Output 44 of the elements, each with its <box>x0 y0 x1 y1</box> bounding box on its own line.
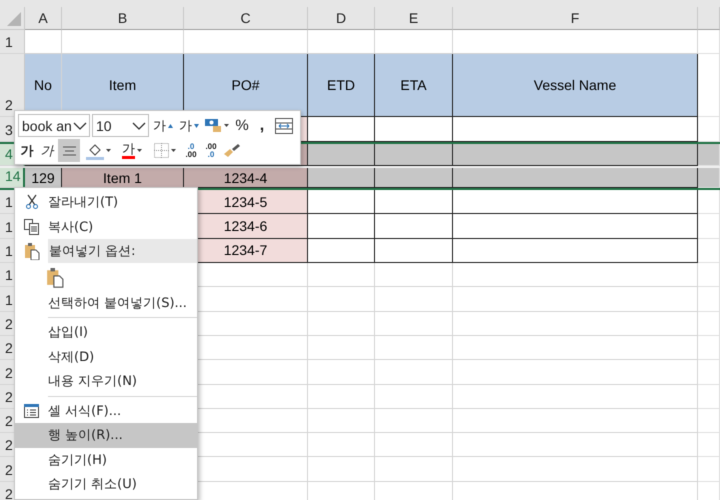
header-cell: ETA <box>375 54 453 118</box>
arrow-down-icon <box>194 124 199 128</box>
font-color-button[interactable]: 가 <box>116 139 148 162</box>
increase-decimal-button[interactable]: .0 .00 <box>182 139 200 162</box>
column-header[interactable]: A <box>25 7 62 30</box>
dropdown-icon <box>224 124 229 127</box>
decrease-decimal-button[interactable]: .00 .0 <box>202 139 220 162</box>
italic-button[interactable]: 가 <box>38 139 56 162</box>
menu-item[interactable]: 행 높이(R)... <box>15 423 197 448</box>
header-cell: ETD <box>308 54 375 118</box>
list-icon <box>24 404 39 418</box>
row-header[interactable]: 14 <box>0 168 25 188</box>
column-header[interactable]: B <box>62 7 184 30</box>
row-header[interactable]: 2 <box>0 54 25 118</box>
chevron-icon <box>73 122 87 130</box>
font-field[interactable]: book an <box>18 114 90 137</box>
paintbrush-icon <box>224 144 240 158</box>
table-cell: 1234-4 <box>184 168 308 188</box>
dropdown-icon <box>137 149 142 152</box>
dropdown-icon <box>171 149 176 152</box>
paste-option-button[interactable] <box>46 266 64 288</box>
table-cell: Item 1 <box>62 168 184 188</box>
chevron-icon <box>132 122 146 130</box>
header-cell: Vessel Name <box>453 54 698 118</box>
table-cell: 129 <box>25 168 62 188</box>
menu-group-header: 붙여넣기 옵션: <box>48 239 197 264</box>
scissors-icon <box>26 194 38 210</box>
paint-bucket-icon <box>86 142 104 160</box>
column-header[interactable]: E <box>375 7 453 30</box>
align-center-icon <box>62 146 76 156</box>
copy-icon <box>24 218 39 235</box>
borders-icon <box>154 143 169 158</box>
dropdown-icon <box>106 149 110 152</box>
money-icon <box>205 118 222 133</box>
column-header[interactable]: D <box>308 7 375 30</box>
column-header[interactable]: F <box>453 7 698 30</box>
clipboard-icon <box>46 266 64 288</box>
center-align-button[interactable] <box>58 139 80 162</box>
clipboard-icon <box>24 242 40 260</box>
arrow-up-icon <box>168 124 173 128</box>
merge-cells-icon <box>275 118 293 134</box>
row-header[interactable]: 1 <box>0 30 25 54</box>
column-header[interactable]: C <box>184 7 308 30</box>
font-size-field[interactable]: 10 <box>92 114 149 137</box>
